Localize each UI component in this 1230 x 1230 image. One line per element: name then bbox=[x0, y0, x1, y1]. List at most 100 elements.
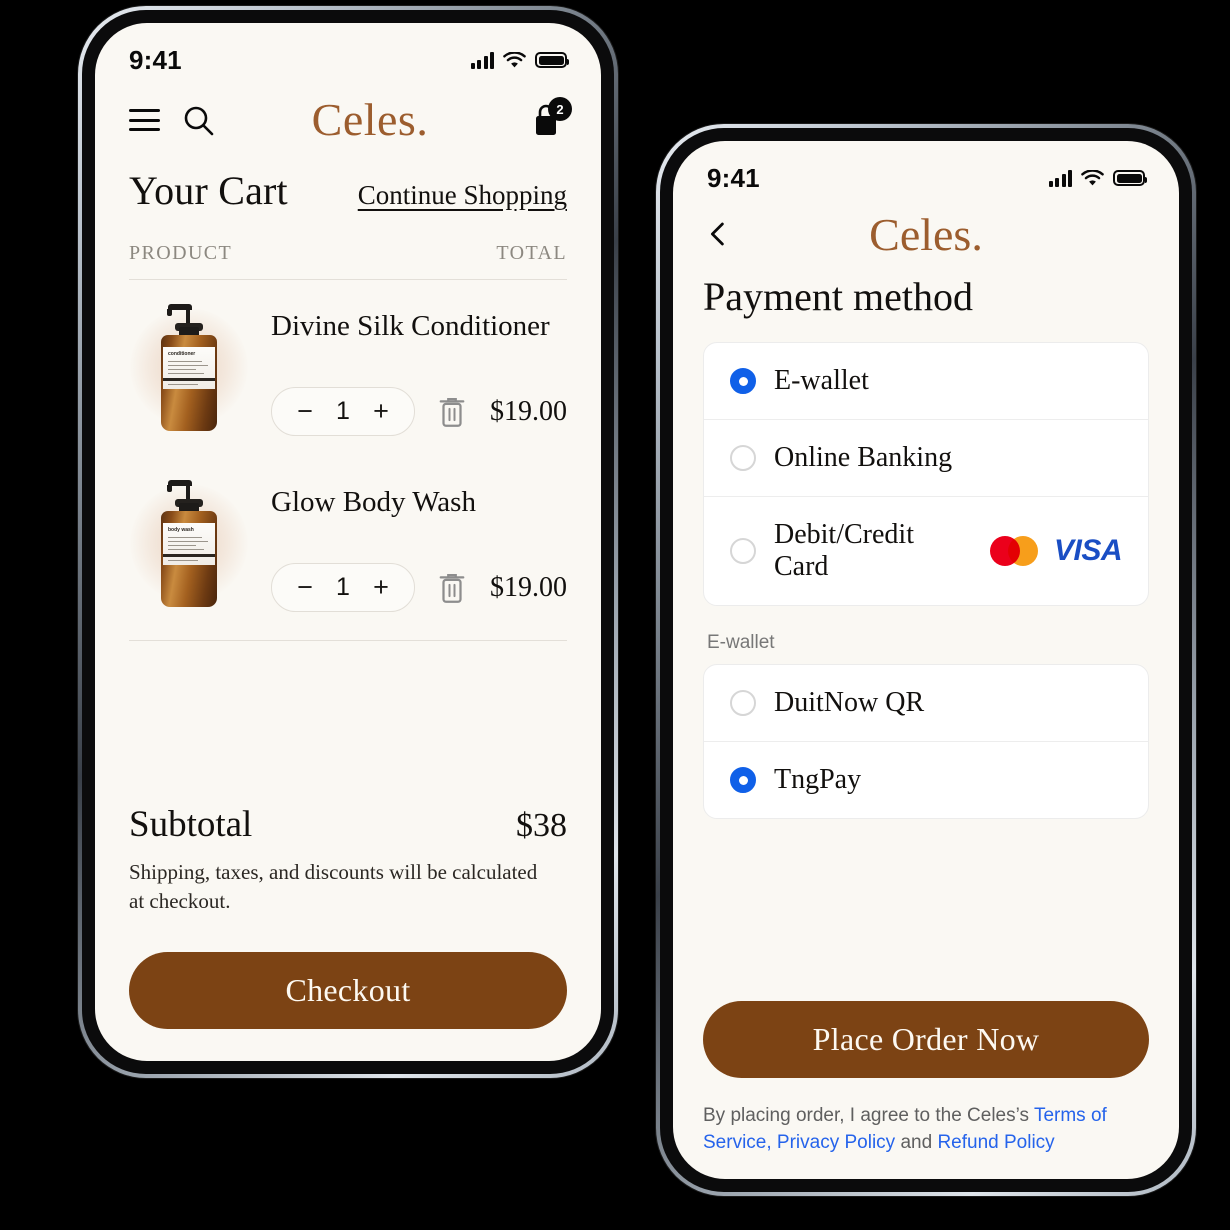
bottle-label-text: conditioner bbox=[168, 351, 196, 357]
status-icons bbox=[1048, 169, 1147, 187]
continue-shopping-link[interactable]: Continue Shopping bbox=[358, 180, 567, 211]
payment-option-label: E-wallet bbox=[774, 365, 869, 396]
radio-button[interactable] bbox=[730, 445, 756, 471]
quantity-value: 1 bbox=[336, 397, 350, 425]
subtotal-row: Subtotal $38 bbox=[129, 803, 567, 846]
payment-appbar: Celes. bbox=[673, 201, 1179, 260]
quantity-stepper[interactable]: − 1 + bbox=[271, 387, 415, 436]
column-header-total: TOTAL bbox=[496, 242, 567, 264]
status-time: 9:41 bbox=[707, 162, 760, 193]
payment-spacer bbox=[703, 819, 1149, 1001]
cart-body: Your Cart Continue Shopping PRODUCT TOTA… bbox=[95, 153, 601, 1061]
place-order-button-wrap: Place Order Now bbox=[703, 1000, 1149, 1088]
subtotal-value: $38 bbox=[516, 807, 567, 845]
brand-logo: Celes. bbox=[869, 208, 983, 260]
battery-icon bbox=[1113, 170, 1147, 186]
trash-icon[interactable] bbox=[437, 395, 467, 429]
payment-option-label: Debit/Credit Card bbox=[774, 519, 914, 582]
payment-body: Payment method E-wallet Online Banking D… bbox=[673, 257, 1179, 1179]
wifi-icon bbox=[1081, 169, 1104, 185]
product-name: Glow Body Wash bbox=[271, 486, 476, 518]
refund-policy-link[interactable]: Refund Policy bbox=[937, 1132, 1054, 1153]
status-icons bbox=[470, 51, 569, 69]
subtotal-note: Shipping, taxes, and discounts will be c… bbox=[129, 860, 538, 914]
place-order-button[interactable]: Place Order Now bbox=[703, 1000, 1149, 1078]
battery-icon bbox=[535, 52, 569, 68]
radio-button[interactable] bbox=[730, 538, 756, 564]
phone-bezel-cart: 9:41 Celes. 2 Your Cart Continue Shoppin… bbox=[82, 10, 614, 1074]
cart-item-controls: − 1 + $19.00 bbox=[271, 387, 567, 436]
product-thumbnail[interactable]: body wash bbox=[129, 472, 249, 614]
page-title: Payment method bbox=[703, 274, 973, 319]
cart-item-row: body wash Glow Body Wash − 1 + $19.00 bbox=[129, 456, 567, 614]
search-icon[interactable] bbox=[182, 104, 215, 137]
status-bar-payment: 9:41 bbox=[673, 141, 1179, 201]
product-thumbnail[interactable]: conditioner bbox=[129, 296, 249, 438]
payment-screen: 9:41 Celes. Payment method E-wallet Onli… bbox=[673, 141, 1179, 1179]
cart-bag-button[interactable]: 2 bbox=[525, 97, 572, 141]
amber-pump-bottle-icon: body wash bbox=[161, 479, 217, 607]
ewallet-option-duitnow-qr[interactable]: DuitNow QR bbox=[704, 665, 1148, 742]
radio-button-selected[interactable] bbox=[730, 767, 756, 793]
status-time: 9:41 bbox=[129, 44, 182, 75]
ewallet-section-label: E-wallet bbox=[707, 632, 775, 653]
phone-device-payment: 9:41 Celes. Payment method E-wallet Onli… bbox=[656, 124, 1196, 1196]
ewallet-option-label: DuitNow QR bbox=[774, 687, 925, 718]
visa-logo: VISA bbox=[1053, 534, 1123, 567]
quantity-decrease-button[interactable]: − bbox=[290, 574, 320, 601]
cart-spacer bbox=[129, 641, 567, 803]
checkout-button-wrap: Checkout bbox=[129, 916, 567, 1061]
bottle-label-text: body wash bbox=[168, 527, 194, 533]
terms-prefix: By placing order, I agree to the Celes’s bbox=[703, 1104, 1034, 1126]
cart-item-row: conditioner Divine Silk Conditioner − 1 … bbox=[129, 280, 567, 438]
cart-appbar: Celes. 2 bbox=[95, 83, 601, 153]
quantity-increase-button[interactable]: + bbox=[366, 398, 396, 425]
cart-item-details: Divine Silk Conditioner − 1 + $19.00 bbox=[261, 296, 567, 436]
page-title: Your Cart bbox=[129, 168, 288, 213]
radio-button-selected[interactable] bbox=[730, 368, 756, 394]
column-header-product: PRODUCT bbox=[129, 242, 233, 264]
screenshot-stage: 9:41 Celes. 2 Your Cart Continue Shoppin… bbox=[0, 0, 1230, 1230]
quantity-decrease-button[interactable]: − bbox=[290, 398, 320, 425]
chevron-left-icon[interactable] bbox=[703, 219, 733, 249]
payment-methods-card: E-wallet Online Banking Debit/Credit Car… bbox=[703, 342, 1149, 606]
payment-option-label: Online Banking bbox=[774, 442, 953, 473]
cart-column-headers: PRODUCT TOTAL bbox=[129, 242, 567, 280]
checkout-button[interactable]: Checkout bbox=[129, 952, 567, 1029]
ewallet-option-label: TngPay bbox=[774, 764, 862, 795]
subtotal-label: Subtotal bbox=[129, 804, 253, 846]
brand-logo: Celes. bbox=[311, 94, 429, 145]
product-price: $19.00 bbox=[490, 571, 567, 603]
signal-bars-icon bbox=[470, 51, 494, 69]
amber-pump-bottle-icon: conditioner bbox=[161, 303, 217, 431]
cart-screen: 9:41 Celes. 2 Your Cart Continue Shoppin… bbox=[95, 23, 601, 1061]
cart-item-controls: − 1 + $19.00 bbox=[271, 563, 567, 612]
terms-agreement-text: By placing order, I agree to the Celes’s… bbox=[703, 1088, 1149, 1179]
payment-option-online-banking[interactable]: Online Banking bbox=[704, 420, 1148, 497]
quantity-stepper[interactable]: − 1 + bbox=[271, 563, 415, 612]
payment-option-debit-credit-card[interactable]: Debit/Credit Card VISA bbox=[704, 497, 1148, 605]
terms-middle: and bbox=[895, 1132, 938, 1154]
appbar-left-group bbox=[129, 104, 215, 137]
ewallet-option-tngpay[interactable]: TngPay bbox=[704, 742, 1148, 818]
phone-device-cart: 9:41 Celes. 2 Your Cart Continue Shoppin… bbox=[78, 6, 618, 1078]
product-price: $19.00 bbox=[490, 395, 567, 427]
cart-item-details: Glow Body Wash − 1 + $19.00 bbox=[261, 472, 567, 612]
product-name: Divine Silk Conditioner bbox=[271, 310, 550, 342]
privacy-policy-link[interactable]: Privacy Policy bbox=[777, 1132, 895, 1153]
cart-badge-count: 2 bbox=[547, 97, 572, 121]
trash-icon[interactable] bbox=[437, 571, 467, 605]
ewallet-options-card: DuitNow QR TngPay bbox=[703, 664, 1149, 819]
payment-option-e-wallet[interactable]: E-wallet bbox=[704, 343, 1148, 420]
signal-bars-icon bbox=[1048, 169, 1072, 187]
quantity-value: 1 bbox=[336, 573, 350, 601]
card-brand-logos: VISA bbox=[989, 534, 1123, 568]
phone-bezel-payment: 9:41 Celes. Payment method E-wallet Onli… bbox=[660, 128, 1192, 1192]
wifi-icon bbox=[503, 51, 526, 67]
mastercard-logo bbox=[989, 536, 1038, 566]
status-bar-cart: 9:41 bbox=[95, 23, 601, 83]
radio-button[interactable] bbox=[730, 690, 756, 716]
quantity-increase-button[interactable]: + bbox=[366, 574, 396, 601]
hamburger-menu-icon[interactable] bbox=[129, 109, 160, 131]
cart-header-row: Your Cart Continue Shopping bbox=[129, 167, 567, 214]
